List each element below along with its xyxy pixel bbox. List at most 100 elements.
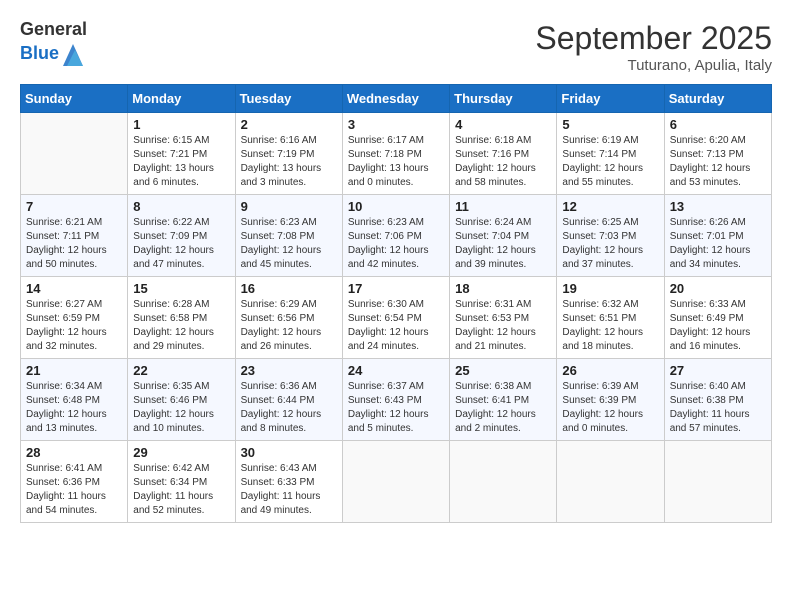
- calendar-cell: 22 Sunrise: 6:35 AMSunset: 6:46 PMDayligh…: [128, 359, 235, 441]
- col-header-monday: Monday: [128, 85, 235, 113]
- calendar-cell: 26Sunrise: 6:39 AMSunset: 6:39 PMDayligh…: [557, 359, 664, 441]
- day-number: 17: [348, 281, 444, 296]
- logo-icon: [61, 40, 85, 68]
- calendar-cell: 14 Sunrise: 6:27 AMSunset: 6:59 PMDayligh…: [21, 277, 128, 359]
- day-info: Sunrise: 6:40 AMSunset: 6:38 PMDaylight:…: [670, 380, 766, 436]
- day-info: Sunrise: 6:18 AMSunset: 7:16 PMDaylight:…: [455, 134, 551, 190]
- day-number: 18: [455, 281, 551, 296]
- day-number: 15: [133, 281, 229, 296]
- calendar-cell: 16Sunrise: 6:29 AMSunset: 6:56 PMDayligh…: [235, 277, 342, 359]
- location-subtitle: Tuturano, Apulia, Italy: [535, 57, 772, 74]
- day-number: 5: [562, 117, 658, 132]
- day-number: 30: [241, 445, 337, 460]
- day-number: 2: [241, 117, 337, 132]
- calendar-cell: 6 Sunrise: 6:20 AMSunset: 7:13 PMDaylight…: [664, 113, 771, 195]
- day-info: Sunrise: 6:31 AMSunset: 6:53 PMDaylight:…: [455, 298, 551, 354]
- day-info: Sunrise: 6:33 AMSunset: 6:49 PMDaylight:…: [670, 298, 766, 354]
- title-block: September 2025 Tuturano, Apulia, Italy: [535, 20, 772, 74]
- day-info: Sunrise: 6:21 AMSunset: 7:11 PMDaylight:…: [26, 216, 122, 272]
- calendar-cell: 15 Sunrise: 6:28 AMSunset: 6:58 PMDayligh…: [128, 277, 235, 359]
- calendar-cell: 29 Sunrise: 6:42 AMSunset: 6:34 PMDayligh…: [128, 441, 235, 523]
- day-info: Sunrise: 6:35 AMSunset: 6:46 PMDaylight:…: [133, 380, 229, 436]
- day-info: Sunrise: 6:25 AMSunset: 7:03 PMDaylight:…: [562, 216, 658, 272]
- day-number: 4: [455, 117, 551, 132]
- day-number: 3: [348, 117, 444, 132]
- col-header-sunday: Sunday: [21, 85, 128, 113]
- day-info: Sunrise: 6:37 AMSunset: 6:43 PMDaylight:…: [348, 380, 444, 436]
- day-number: 12: [562, 199, 658, 214]
- day-number: 13: [670, 199, 766, 214]
- calendar-cell: 28Sunrise: 6:41 AMSunset: 6:36 PMDayligh…: [21, 441, 128, 523]
- calendar-cell: 20 Sunrise: 6:33 AMSunset: 6:49 PMDayligh…: [664, 277, 771, 359]
- day-number: 27: [670, 363, 766, 378]
- calendar-cell: [664, 441, 771, 523]
- logo-general-text: General: [20, 20, 87, 40]
- day-info: Sunrise: 6:38 AMSunset: 6:41 PMDaylight:…: [455, 380, 551, 436]
- calendar-cell: 30Sunrise: 6:43 AMSunset: 6:33 PMDayligh…: [235, 441, 342, 523]
- calendar-cell: 23Sunrise: 6:36 AMSunset: 6:44 PMDayligh…: [235, 359, 342, 441]
- calendar-week-row: 21 Sunrise: 6:34 AMSunset: 6:48 PMDayligh…: [21, 359, 772, 441]
- col-header-tuesday: Tuesday: [235, 85, 342, 113]
- calendar-cell: 8 Sunrise: 6:22 AMSunset: 7:09 PMDaylight…: [128, 195, 235, 277]
- day-info: Sunrise: 6:23 AMSunset: 7:08 PMDaylight:…: [241, 216, 337, 272]
- day-info: Sunrise: 6:27 AMSunset: 6:59 PMDaylight:…: [26, 298, 122, 354]
- calendar-cell: 2 Sunrise: 6:16 AMSunset: 7:19 PMDaylight…: [235, 113, 342, 195]
- day-number: 29: [133, 445, 229, 460]
- calendar-week-row: 1Sunrise: 6:15 AMSunset: 7:21 PMDaylight…: [21, 113, 772, 195]
- day-info: Sunrise: 6:20 AMSunset: 7:13 PMDaylight:…: [670, 134, 766, 190]
- calendar-week-row: 7Sunrise: 6:21 AMSunset: 7:11 PMDaylight…: [21, 195, 772, 277]
- day-info: Sunrise: 6:24 AMSunset: 7:04 PMDaylight:…: [455, 216, 551, 272]
- day-number: 8: [133, 199, 229, 214]
- col-header-friday: Friday: [557, 85, 664, 113]
- col-header-thursday: Thursday: [450, 85, 557, 113]
- day-info: Sunrise: 6:26 AMSunset: 7:01 PMDaylight:…: [670, 216, 766, 272]
- calendar-cell: 24 Sunrise: 6:37 AMSunset: 6:43 PMDayligh…: [342, 359, 449, 441]
- day-info: Sunrise: 6:16 AMSunset: 7:19 PMDaylight:…: [241, 134, 337, 190]
- day-info: Sunrise: 6:36 AMSunset: 6:44 PMDaylight:…: [241, 380, 337, 436]
- calendar-cell: [557, 441, 664, 523]
- col-header-wednesday: Wednesday: [342, 85, 449, 113]
- day-info: Sunrise: 6:34 AMSunset: 6:48 PMDaylight:…: [26, 380, 122, 436]
- day-number: 11: [455, 199, 551, 214]
- day-info: Sunrise: 6:42 AMSunset: 6:34 PMDaylight:…: [133, 462, 229, 518]
- day-number: 19: [562, 281, 658, 296]
- calendar-cell: [21, 113, 128, 195]
- calendar-cell: 13 Sunrise: 6:26 AMSunset: 7:01 PMDayligh…: [664, 195, 771, 277]
- day-info: Sunrise: 6:30 AMSunset: 6:54 PMDaylight:…: [348, 298, 444, 354]
- calendar-cell: 25 Sunrise: 6:38 AMSunset: 6:41 PMDayligh…: [450, 359, 557, 441]
- calendar-cell: 18 Sunrise: 6:31 AMSunset: 6:53 PMDayligh…: [450, 277, 557, 359]
- day-number: 16: [241, 281, 337, 296]
- calendar-cell: [342, 441, 449, 523]
- calendar-cell: 21 Sunrise: 6:34 AMSunset: 6:48 PMDayligh…: [21, 359, 128, 441]
- calendar-cell: 1Sunrise: 6:15 AMSunset: 7:21 PMDaylight…: [128, 113, 235, 195]
- logo: General Blue: [20, 20, 87, 68]
- calendar-cell: 12 Sunrise: 6:25 AMSunset: 7:03 PMDayligh…: [557, 195, 664, 277]
- calendar-cell: 9Sunrise: 6:23 AMSunset: 7:08 PMDaylight…: [235, 195, 342, 277]
- day-number: 20: [670, 281, 766, 296]
- day-number: 25: [455, 363, 551, 378]
- day-info: Sunrise: 6:28 AMSunset: 6:58 PMDaylight:…: [133, 298, 229, 354]
- day-info: Sunrise: 6:22 AMSunset: 7:09 PMDaylight:…: [133, 216, 229, 272]
- calendar-header-row: SundayMondayTuesdayWednesdayThursdayFrid…: [21, 85, 772, 113]
- calendar-cell: [450, 441, 557, 523]
- calendar-cell: 7Sunrise: 6:21 AMSunset: 7:11 PMDaylight…: [21, 195, 128, 277]
- day-number: 14: [26, 281, 122, 296]
- day-info: Sunrise: 6:23 AMSunset: 7:06 PMDaylight:…: [348, 216, 444, 272]
- day-number: 22: [133, 363, 229, 378]
- day-number: 24: [348, 363, 444, 378]
- calendar-week-row: 14 Sunrise: 6:27 AMSunset: 6:59 PMDayligh…: [21, 277, 772, 359]
- day-info: Sunrise: 6:32 AMSunset: 6:51 PMDaylight:…: [562, 298, 658, 354]
- col-header-saturday: Saturday: [664, 85, 771, 113]
- day-info: Sunrise: 6:17 AMSunset: 7:18 PMDaylight:…: [348, 134, 444, 190]
- calendar-cell: 27 Sunrise: 6:40 AMSunset: 6:38 PMDayligh…: [664, 359, 771, 441]
- calendar-cell: 3 Sunrise: 6:17 AMSunset: 7:18 PMDaylight…: [342, 113, 449, 195]
- calendar-cell: 5 Sunrise: 6:19 AMSunset: 7:14 PMDaylight…: [557, 113, 664, 195]
- page-header: General Blue September 2025 Tuturano, Ap…: [20, 20, 772, 74]
- day-number: 21: [26, 363, 122, 378]
- day-number: 6: [670, 117, 766, 132]
- day-info: Sunrise: 6:41 AMSunset: 6:36 PMDaylight:…: [26, 462, 122, 518]
- month-title: September 2025: [535, 20, 772, 57]
- day-info: Sunrise: 6:39 AMSunset: 6:39 PMDaylight:…: [562, 380, 658, 436]
- calendar-cell: 19 Sunrise: 6:32 AMSunset: 6:51 PMDayligh…: [557, 277, 664, 359]
- day-info: Sunrise: 6:19 AMSunset: 7:14 PMDaylight:…: [562, 134, 658, 190]
